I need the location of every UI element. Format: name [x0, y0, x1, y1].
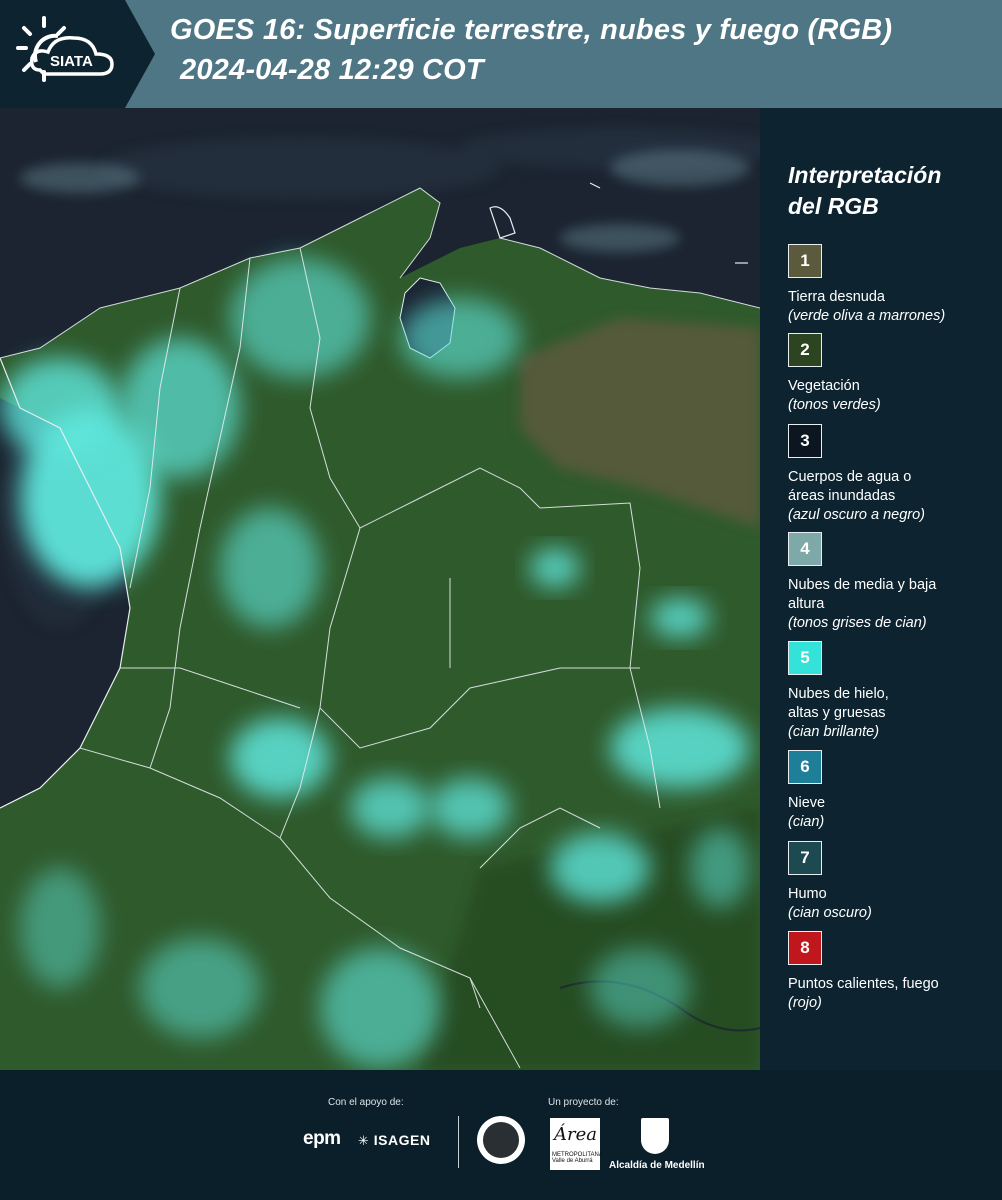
- area-logo-text: Área: [554, 1124, 597, 1145]
- alcaldia-label: Alcaldía de Medellín: [609, 1160, 705, 1171]
- legend-item-2: 2 Vegetación (tonos verdes): [788, 333, 998, 415]
- footer: Con el apoyo de: Un proyecto de: epm ✳ I…: [0, 1070, 1002, 1200]
- legend-item-8: 8 Puntos calientes, fuego (rojo): [788, 931, 998, 1013]
- legend-swatch: 4: [788, 532, 822, 566]
- legend-item-desc: (tonos verdes): [788, 397, 881, 413]
- legend-item-5: 5 Nubes de hielo, altas y gruesas (cian …: [788, 641, 998, 742]
- area-logo-subtitle: METROPOLITANA Valle de Aburrá: [552, 1152, 603, 1164]
- legend-swatch: 8: [788, 931, 822, 965]
- siata-logo: SIATA: [0, 0, 155, 108]
- siata-logo-text: SIATA: [50, 53, 93, 70]
- legend-title-line1: Interpretación: [788, 162, 942, 188]
- legend-item-desc: (cian oscuro): [788, 905, 872, 921]
- legend-swatch: 7: [788, 841, 822, 875]
- legend-swatch: 1: [788, 244, 822, 278]
- university-seal-icon: [477, 1116, 525, 1164]
- support-label: Con el apoyo de:: [328, 1097, 404, 1108]
- area-metropolitana-logo: Área METROPOLITANA Valle de Aburrá: [550, 1118, 603, 1170]
- isagen-logo-text: ISAGEN: [373, 1132, 431, 1148]
- legend-title-line2: del RGB: [788, 193, 879, 219]
- header-bar: SIATA GOES 16: Superficie terrestre, nub…: [0, 0, 1002, 108]
- map-datetime: 2024-04-28 12:29 COT: [180, 54, 484, 86]
- map-title: GOES 16: Superficie terrestre, nubes y f…: [170, 14, 893, 46]
- legend-item-label: Cuerpos de agua o áreas inundadas: [788, 469, 912, 504]
- legend-item-desc: (tonos grises de cian): [788, 615, 927, 631]
- legend-item-label: Vegetación: [788, 378, 860, 394]
- legend-swatch: 3: [788, 424, 822, 458]
- legend-item-4: 4 Nubes de media y baja altura (tonos gr…: [788, 532, 998, 633]
- project-label: Un proyecto de:: [548, 1097, 619, 1108]
- legend-item-3: 3 Cuerpos de agua o áreas inundadas (azu…: [788, 424, 998, 525]
- isagen-star-icon: ✳: [358, 1133, 370, 1148]
- footer-divider: [458, 1116, 459, 1168]
- legend-item-label: Tierra desnuda: [788, 289, 885, 305]
- legend-item-desc: (azul oscuro a negro): [788, 507, 926, 523]
- legend-title: Interpretación del RGB: [788, 160, 988, 222]
- legend-item-6: 6 Nieve (cian): [788, 750, 998, 832]
- legend-item-1: 1 Tierra desnuda (verde oliva a marrones…: [788, 244, 998, 326]
- legend-item-label: Humo: [788, 886, 827, 902]
- legend-item-7: 7 Humo (cian oscuro): [788, 841, 998, 923]
- legend-item-label: Nubes de media y baja altura: [788, 577, 937, 612]
- isagen-logo: ✳ ISAGEN: [358, 1132, 430, 1149]
- legend-item-label: Nubes de hielo, altas y gruesas: [788, 686, 889, 721]
- legend-item-label: Nieve: [788, 795, 826, 811]
- legend-item-label: Puntos calientes, fuego: [788, 976, 939, 992]
- legend-item-desc: (verde oliva a marrones): [788, 308, 946, 324]
- legend-item-desc: (cian): [788, 814, 825, 830]
- epm-logo: epm: [303, 1128, 341, 1149]
- legend-swatch: 6: [788, 750, 822, 784]
- alcaldia-shield-icon: [641, 1118, 669, 1154]
- rgb-legend: Interpretación del RGB 1 Tierra desnuda …: [760, 108, 1002, 1070]
- satellite-map: [0, 108, 760, 1070]
- legend-item-desc: (cian brillante): [788, 724, 880, 740]
- legend-swatch: 5: [788, 641, 822, 675]
- legend-item-desc: (rojo): [788, 995, 822, 1011]
- legend-swatch: 2: [788, 333, 822, 367]
